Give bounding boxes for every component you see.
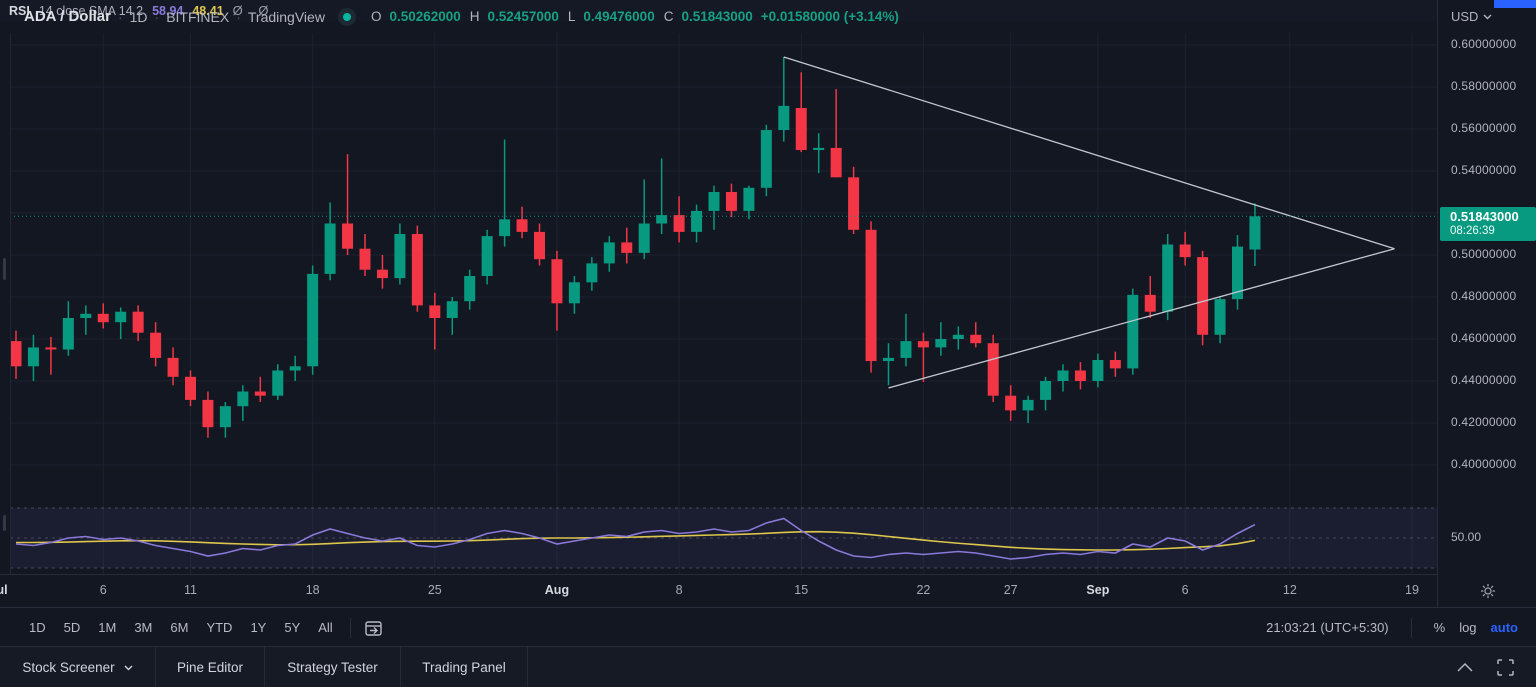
gear-icon (1480, 583, 1496, 599)
footer-tab-label: Trading Panel (422, 660, 506, 675)
price-axis-tick: 0.40000000 (1451, 457, 1516, 471)
time-axis-tick: 11 (184, 583, 197, 597)
last-price-label: 0.51843000 08:26:39 (1440, 207, 1536, 241)
time-axis-tick: 6 (1182, 583, 1189, 597)
range-button-all[interactable]: All (309, 615, 341, 640)
time-axis[interactable]: ul 6 11 18 25 Aug 8 15 22 27 Sep 6 12 19 (0, 574, 1437, 608)
toolbar-right-cluster: 21:03:21 (UTC+5:30) % log auto (1266, 618, 1518, 638)
range-button-6m[interactable]: 6M (161, 615, 197, 640)
close-value: 0.51843000 (681, 9, 752, 24)
time-axis-settings[interactable] (1437, 574, 1536, 607)
range-button-1m[interactable]: 1M (89, 615, 125, 640)
open-label: O (371, 9, 382, 24)
footer-panel-bar: Stock Screener Pine Editor Strategy Tester… (0, 646, 1536, 687)
rsi-pane (10, 508, 1447, 568)
symbol-name[interactable]: ADA / Dollar (24, 8, 111, 25)
high-label: H (470, 9, 480, 24)
range-button-3m[interactable]: 3M (125, 615, 161, 640)
time-axis-tick: Aug (545, 583, 569, 597)
price-axis-tick: 0.46000000 (1451, 331, 1516, 345)
divider (350, 618, 351, 638)
provider-label[interactable]: TradingView (248, 9, 325, 25)
currency-selector[interactable]: USD (1451, 9, 1492, 24)
time-axis-tick: ul (0, 583, 8, 597)
calendar-arrow-icon (363, 618, 384, 638)
range-button-5y[interactable]: 5Y (275, 615, 309, 640)
pane-grip[interactable] (3, 515, 6, 531)
price-axis-tick: 0.50000000 (1451, 247, 1516, 261)
footer-tab-label: Pine Editor (177, 660, 243, 675)
range-button-5d[interactable]: 5D (55, 615, 90, 640)
chevron-up-icon (1457, 663, 1473, 672)
time-axis-tick: Sep (1086, 583, 1109, 597)
chevron-down-icon (1483, 14, 1492, 20)
time-axis-tick: 19 (1405, 583, 1419, 597)
time-axis-tick: 27 (1004, 583, 1018, 597)
range-button-1y[interactable]: 1Y (241, 615, 275, 640)
footer-tab-label: Strategy Tester (287, 660, 378, 675)
chevron-down-icon (124, 665, 133, 671)
footer-tabs: Stock Screener Pine Editor Strategy Tester… (0, 647, 528, 687)
close-label: C (664, 9, 674, 24)
exchange-label[interactable]: BITFINEX (166, 9, 229, 25)
drawing-toolbar-collapsed[interactable] (0, 33, 11, 607)
top-right-blue-strip (1494, 0, 1536, 8)
market-status-icon[interactable] (338, 8, 356, 26)
symbol-header: ADA / Dollar · 1D · BITFINEX · TradingVi… (10, 0, 1437, 33)
go-to-date-button[interactable] (363, 618, 384, 638)
price-axis-tick: 0.48000000 (1451, 289, 1516, 303)
time-axis-tick: 15 (794, 583, 808, 597)
low-value: 0.49476000 (583, 9, 654, 24)
high-value: 0.52457000 (488, 9, 559, 24)
separator: · (236, 9, 241, 25)
time-axis-tick: 18 (306, 583, 320, 597)
separator: · (118, 9, 123, 25)
open-value: 0.50262000 (389, 9, 460, 24)
tradingview-app: ADA / Dollar · 1D · BITFINEX · TradingVi… (0, 0, 1536, 687)
range-button-ytd[interactable]: YTD (197, 615, 241, 640)
change-value: +0.01580000 (+3.14%) (761, 9, 899, 24)
collapse-panel-button[interactable] (1457, 663, 1473, 672)
price-axis-tick: 0.42000000 (1451, 415, 1516, 429)
footer-tab-strategy-tester[interactable]: Strategy Tester (265, 647, 401, 687)
clock[interactable]: 21:03:21 (UTC+5:30) (1266, 620, 1388, 635)
divider (1411, 618, 1412, 638)
footer-tab-pine-editor[interactable]: Pine Editor (156, 647, 265, 687)
separator: · (155, 9, 160, 25)
time-axis-tick: 12 (1283, 583, 1297, 597)
time-axis-tick: 25 (428, 583, 442, 597)
range-button-1d[interactable]: 1D (20, 615, 55, 640)
time-axis-tick: 22 (916, 583, 930, 597)
price-axis-tick: 0.60000000 (1451, 37, 1516, 51)
footer-tab-label: Stock Screener (22, 660, 114, 675)
footer-tab-stock-screener[interactable]: Stock Screener (0, 647, 156, 687)
log-scale-toggle[interactable]: log (1459, 620, 1476, 635)
price-axis-tick: 0.56000000 (1451, 121, 1516, 135)
interval-label[interactable]: 1D (130, 9, 148, 25)
bar-countdown: 08:26:39 (1450, 225, 1536, 238)
price-axis-tick: 0.44000000 (1451, 373, 1516, 387)
rsi-axis-level: 50.00 (1451, 530, 1481, 544)
auto-scale-toggle[interactable]: auto (1491, 620, 1518, 635)
percent-scale-toggle[interactable]: % (1434, 620, 1446, 635)
time-axis-tick: 6 (100, 583, 107, 597)
date-range-buttons: 1D5D1M3M6MYTD1Y5YAll (20, 615, 342, 640)
status-dot-icon (343, 13, 351, 21)
fullscreen-button[interactable] (1497, 659, 1514, 676)
low-label: L (568, 9, 576, 24)
price-axis[interactable]: USD 0.60000000 0.58000000 0.56000000 0.5400… (1437, 0, 1536, 574)
footer-tab-trading-panel[interactable]: Trading Panel (401, 647, 528, 687)
footer-right-icons (1457, 647, 1514, 687)
price-axis-tick: 0.58000000 (1451, 79, 1516, 93)
last-price-value: 0.51843000 (1450, 209, 1536, 225)
bottom-toolbar: 1D5D1M3M6MYTD1Y5YAll 21:03:21 (UTC+5:30)… (0, 607, 1536, 648)
pane-grip[interactable] (3, 258, 6, 280)
fullscreen-icon (1497, 659, 1514, 676)
price-axis-tick: 0.54000000 (1451, 163, 1516, 177)
time-axis-tick: 8 (676, 583, 683, 597)
currency-label: USD (1451, 9, 1478, 24)
